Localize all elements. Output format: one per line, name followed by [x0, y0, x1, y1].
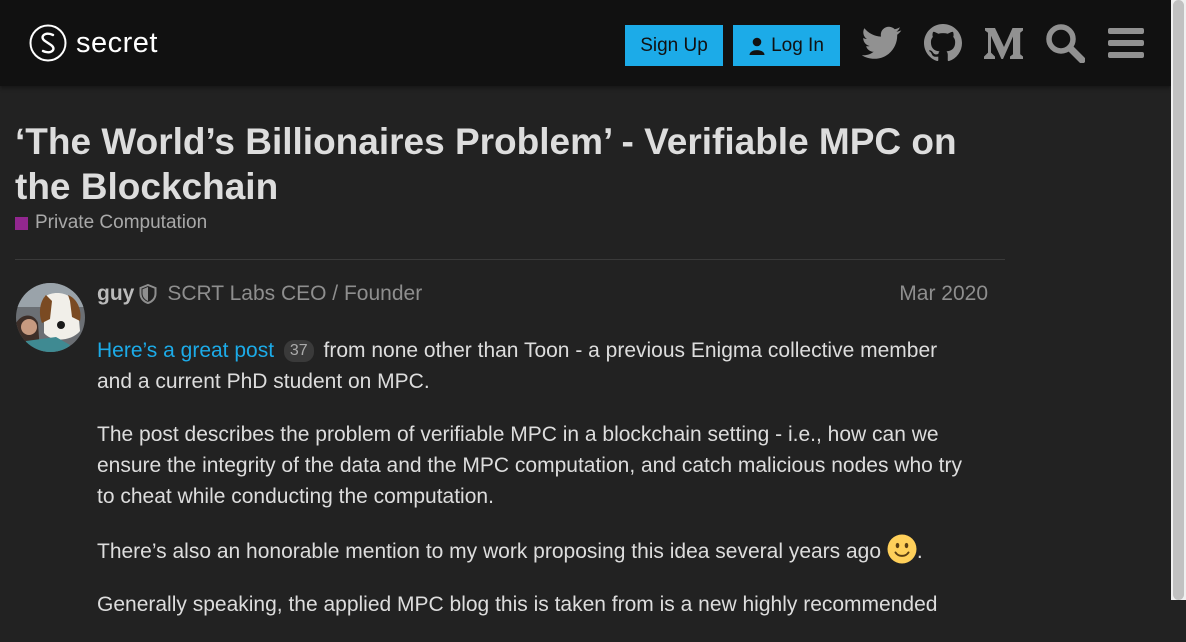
- category-name: Private Computation: [35, 212, 208, 233]
- great-post-link[interactable]: Here’s a great post: [97, 339, 274, 362]
- category-color-swatch: [15, 216, 28, 230]
- moderator-shield-icon: [139, 284, 157, 304]
- search-icon: [1046, 24, 1085, 63]
- post-paragraph: Generally speaking, the applied MPC blog…: [97, 593, 938, 616]
- log-in-label: Log In: [771, 34, 824, 56]
- logo-text: secret: [76, 26, 158, 59]
- topic-title[interactable]: ‘The World’s Billionaires Problem’ - Ver…: [15, 119, 1015, 209]
- hamburger-menu-button[interactable]: [1105, 22, 1147, 64]
- slightly-smiling-face-icon: [887, 534, 917, 564]
- post-username[interactable]: guy: [97, 282, 134, 306]
- avatar-image: [16, 283, 85, 352]
- search-button[interactable]: [1044, 22, 1086, 64]
- github-icon: [924, 24, 962, 62]
- post-paragraph: The post describes the problem of verifi…: [97, 423, 962, 508]
- category-badge[interactable]: Private Computation: [15, 212, 207, 234]
- post-date[interactable]: Mar 2020: [899, 282, 988, 306]
- avatar[interactable]: [16, 283, 85, 352]
- twitter-icon: [862, 26, 902, 59]
- user-title: SCRT Labs CEO / Founder: [167, 282, 423, 305]
- sign-up-label: Sign Up: [640, 34, 708, 56]
- site-header: secret Sign Up Log In: [0, 0, 1171, 86]
- medium-link[interactable]: [983, 22, 1025, 64]
- post-paragraph-end: .: [916, 540, 923, 563]
- sign-up-button[interactable]: Sign Up: [625, 25, 723, 66]
- post-paragraph: There’s also an honorable mention to my …: [97, 534, 977, 567]
- page-scrollbar-thumb[interactable]: [1173, 0, 1184, 600]
- post-paragraph: Here’s a great post 37 from none other t…: [97, 335, 977, 397]
- site-logo[interactable]: secret: [29, 24, 158, 62]
- github-link[interactable]: [922, 22, 964, 64]
- log-in-button[interactable]: Log In: [733, 25, 840, 66]
- link-click-count-badge: 37: [283, 340, 314, 362]
- medium-icon: [984, 28, 1023, 59]
- twitter-link[interactable]: [861, 22, 903, 64]
- secret-logo-icon: [29, 24, 67, 62]
- topic-divider: [15, 259, 1005, 260]
- user-icon: [749, 37, 765, 55]
- post-meta: guy SCRT Labs CEO / Founder Mar 2020: [97, 280, 988, 308]
- hamburger-menu-icon: [1108, 28, 1144, 58]
- post-body: Here’s a great post 37 from none other t…: [97, 335, 977, 642]
- post-paragraph-text: There’s also an honorable mention to my …: [97, 540, 882, 563]
